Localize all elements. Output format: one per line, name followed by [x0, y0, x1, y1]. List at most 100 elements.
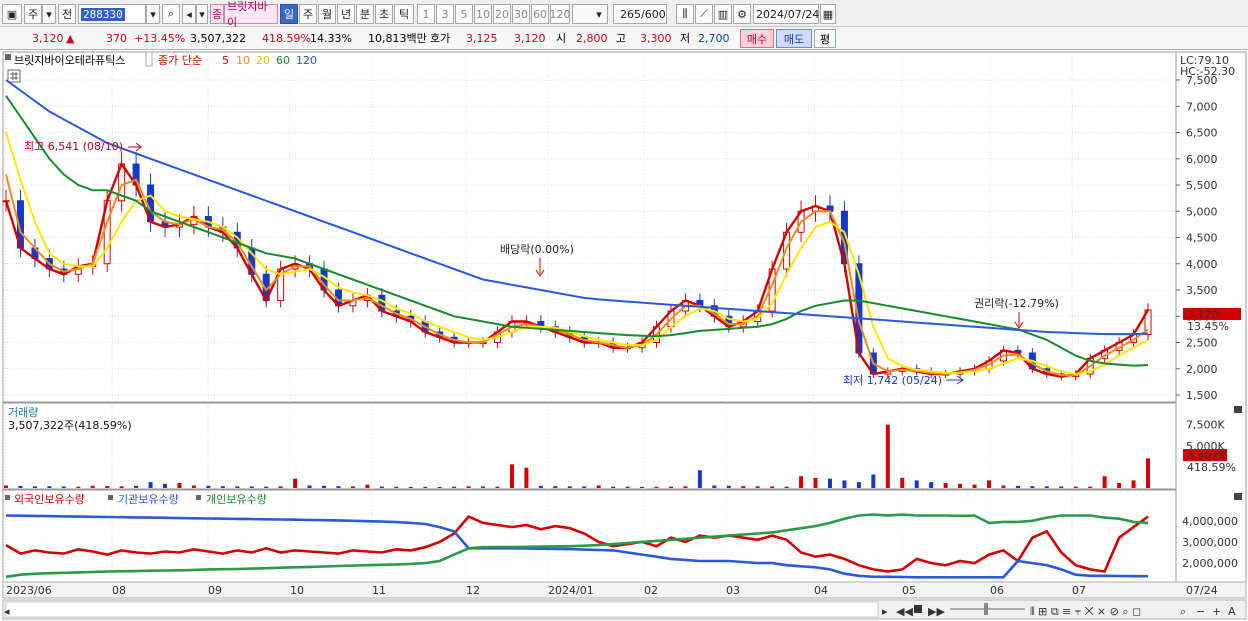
interval-1[interactable]: 1 — [417, 4, 435, 24]
average-button[interactable]: 평 — [814, 29, 836, 48]
volume-bar — [986, 480, 991, 488]
period-tab-day[interactable]: 일 — [280, 4, 298, 24]
line-draw-icon[interactable]: ⟋ — [695, 4, 713, 24]
zoom-slider-handle[interactable] — [984, 603, 988, 615]
stock-name-field[interactable]: 브릿지바이 — [224, 0, 278, 29]
period-tab-month[interactable]: 월 — [318, 4, 336, 24]
legend-stock-name[interactable]: 브릿지바이오테라퓨틱스 — [14, 54, 125, 67]
interval-5[interactable]: 5 — [455, 4, 473, 24]
chevron-down-icon[interactable]: ▾ — [196, 4, 208, 24]
x-tick-label: 2023/06 — [6, 584, 52, 597]
window-menu-icon[interactable]: ▣ — [2, 4, 22, 24]
holdings-tick-label: 3,000,000 — [1182, 536, 1238, 549]
plus-icon[interactable]: + — [1212, 605, 1221, 618]
volume-bar — [640, 486, 645, 488]
y-tick-label: 4,500 — [1186, 232, 1218, 245]
high-label: 고 — [616, 32, 627, 45]
sell-button[interactable]: 매도 — [776, 29, 812, 48]
volume-bar — [972, 484, 977, 488]
volume-bar — [567, 486, 572, 488]
grid-toggle-icon[interactable] — [7, 69, 21, 83]
count-value: 265 — [620, 7, 641, 21]
legend-foreign[interactable]: 외국인보유수량 — [14, 493, 85, 506]
buy-button[interactable]: 매수 — [740, 29, 774, 48]
period-tab-week[interactable]: 주 — [299, 4, 317, 24]
period-week-label[interactable]: 주 — [24, 4, 42, 24]
interval-3[interactable]: 3 — [436, 4, 454, 24]
speaker-icon[interactable]: ◂ — [182, 4, 196, 24]
volume-bar — [235, 486, 240, 488]
volume-panel — [2, 402, 1177, 490]
volume-tick-label: 7,500K — [1186, 419, 1225, 432]
period-tab-second[interactable]: 초 — [375, 4, 393, 24]
legend-ma-10[interactable]: 10 — [236, 54, 250, 67]
volume-bar — [871, 474, 876, 488]
rewind-icon[interactable]: ◀◀ — [896, 605, 913, 618]
ask-label: 호가 — [430, 32, 451, 45]
font-size-icon[interactable]: A — [1228, 605, 1236, 618]
volume-bar — [842, 480, 847, 488]
volume-bar — [1073, 486, 1078, 488]
volume-bar — [524, 467, 529, 488]
candle-type-icon[interactable]: ⫼ — [676, 4, 694, 24]
volume-bar — [625, 486, 630, 488]
zoom-out-icon[interactable]: ⌕ — [1180, 605, 1186, 618]
legend-ma-20[interactable]: 20 — [256, 54, 270, 67]
calendar-icon[interactable]: ▦ — [820, 4, 836, 24]
volume-title[interactable]: 거래량 — [8, 406, 38, 419]
count-input[interactable]: 265/600 — [613, 4, 667, 24]
stop-icon[interactable] — [914, 605, 922, 613]
gear-icon[interactable]: ⚙ — [733, 4, 751, 24]
scroll-left-icon[interactable]: ◂ — [4, 605, 10, 618]
volume-panel-close-icon[interactable] — [1234, 406, 1242, 413]
x-tick-label: 07 — [1072, 584, 1086, 597]
holdings-panel-close-icon[interactable] — [1234, 493, 1242, 500]
horizontal-scrollbar[interactable] — [5, 601, 879, 618]
search-icon[interactable]: ⌕ — [162, 4, 180, 24]
stock-chart[interactable]: 1,5002,0002,5003,0003,5004,0004,5005,000… — [0, 50, 1248, 621]
volume-bar — [394, 486, 399, 488]
legend-ma-60[interactable]: 60 — [276, 54, 290, 67]
volume-bar — [437, 486, 442, 488]
legend-ma-120[interactable]: 120 — [296, 54, 317, 67]
code-dropdown-icon[interactable]: ▾ — [146, 4, 160, 24]
interval-60[interactable]: 60 — [531, 4, 549, 24]
volume-bar — [206, 485, 211, 488]
interval-custom-dropdown[interactable]: ▾ — [572, 4, 608, 24]
volume-bar — [741, 486, 746, 488]
legend-individual[interactable]: 개인보유수량 — [206, 493, 267, 506]
volume-ratio: 418.59% — [262, 32, 311, 45]
period-tab-minute[interactable]: 분 — [356, 4, 374, 24]
legend-kind[interactable]: 종가 단순 — [158, 54, 202, 67]
minus-icon[interactable]: − — [1196, 605, 1205, 618]
volume-tag-pct: 418.59% — [1187, 461, 1236, 474]
stock-code-input[interactable]: 288330 — [78, 4, 146, 24]
period-tab-tick[interactable]: 틱 — [394, 4, 414, 24]
scroll-right-icon[interactable]: ▸ — [882, 605, 888, 618]
volume-bar — [509, 464, 514, 488]
volume-bar — [408, 486, 413, 488]
interval-120[interactable]: 120 — [550, 4, 571, 24]
fast-forward-icon[interactable]: ▶▶ — [928, 605, 945, 618]
ask-price-1: 3,125 — [466, 32, 498, 45]
legend-ma-5[interactable]: 5 — [222, 54, 229, 67]
high-annotation: 최고 6,541 (08/10) — [24, 140, 123, 153]
interval-30[interactable]: 30 — [512, 4, 530, 24]
volume-bar — [191, 485, 196, 488]
legend-institution[interactable]: 기관보유수량 — [118, 493, 179, 506]
volume-bar — [322, 485, 327, 488]
interval-20[interactable]: 20 — [493, 4, 511, 24]
jeon-button[interactable]: 전 — [58, 4, 76, 24]
volume-bar — [697, 470, 702, 488]
stock-code-value: 288330 — [81, 7, 125, 21]
volume-bar — [943, 482, 948, 488]
bar-chart-icon[interactable]: ▥ — [714, 4, 732, 24]
period-tab-year[interactable]: 년 — [337, 4, 355, 24]
interval-10[interactable]: 10 — [474, 4, 492, 24]
volume-bar — [379, 486, 384, 488]
date-input[interactable]: 2024/07/24 — [753, 4, 819, 24]
count-total: /600 — [641, 7, 666, 21]
toolbar-icons[interactable]: ⫴ ⊞ ⧉ ≡ ⫧ ⨉ ⨯ ⊘ ⌕ ◻ — [1030, 605, 1141, 618]
open-price: 2,800 — [576, 32, 608, 45]
chevron-down-icon[interactable]: ▾ — [42, 4, 56, 24]
